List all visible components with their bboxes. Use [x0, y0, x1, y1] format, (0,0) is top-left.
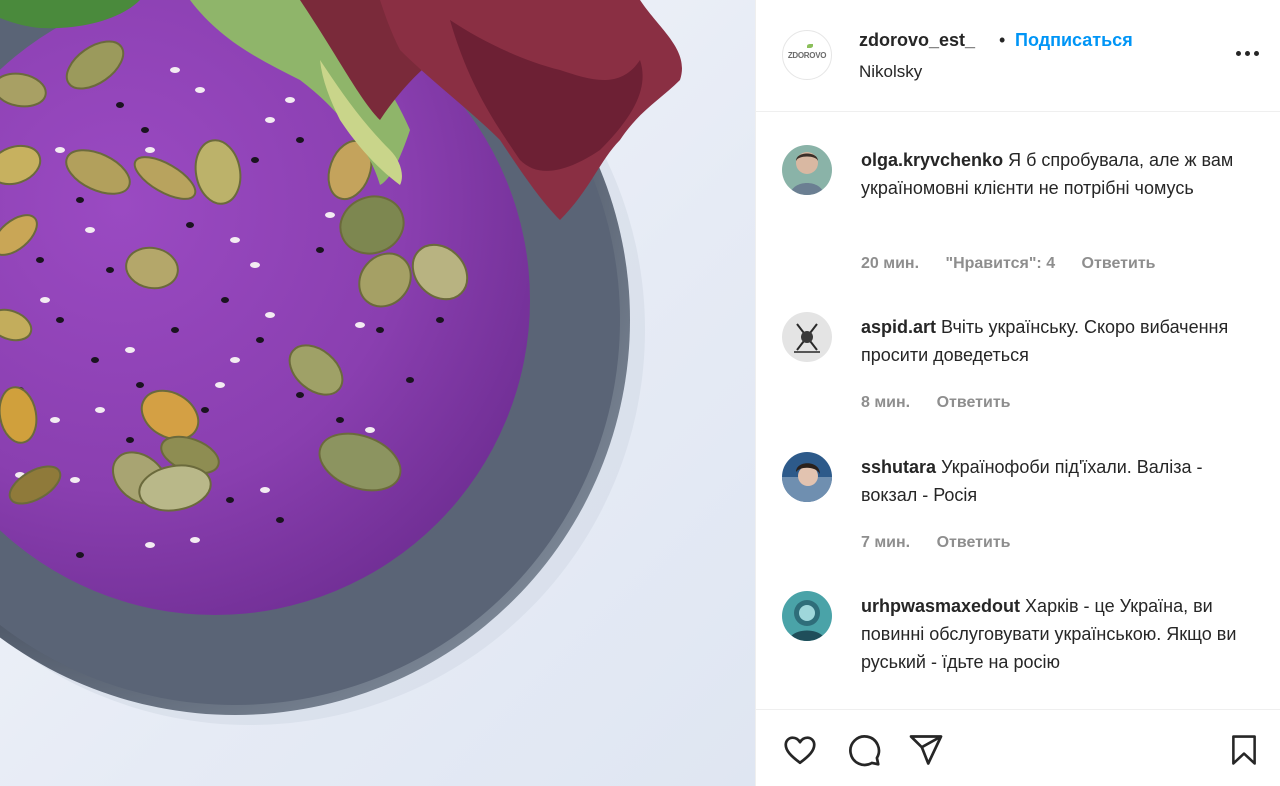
comment-text-block: olga.kryvchenko Я б спробувала, але ж ва… [861, 146, 1241, 202]
comment-bubble-icon[interactable] [844, 730, 884, 770]
heart-icon[interactable] [780, 730, 820, 770]
comment-username[interactable]: sshutara [861, 457, 936, 477]
comment-text-block: sshutara Українофоби під'їхали. Валіза -… [861, 453, 1241, 509]
more-dot [1244, 50, 1250, 56]
commenter-avatar[interactable] [782, 452, 832, 502]
comment-meta: 8 мин. Ответить [861, 394, 1033, 412]
separator-dot: • [999, 30, 1006, 50]
commenter-avatar[interactable] [782, 591, 832, 641]
more-options-icon[interactable] [1234, 40, 1260, 66]
comment-text-block: urhpwasmaxedout Харків - це Україна, ви … [861, 592, 1241, 676]
post-actions-bar [756, 709, 1280, 786]
post-photo[interactable] [0, 0, 755, 786]
post-side-panel: ZDOROVO zdorovo_est_ • Подписаться Nikol… [755, 0, 1280, 786]
post-header: ZDOROVO zdorovo_est_ • Подписаться Nikol… [756, 0, 1280, 112]
comment-time[interactable]: 7 мин. [861, 534, 910, 551]
comment-username[interactable]: aspid.art [861, 317, 936, 337]
reply-button[interactable]: Ответить [937, 534, 1011, 551]
reply-button[interactable]: Ответить [937, 394, 1011, 411]
comment-time[interactable]: 8 мин. [861, 394, 910, 411]
author-avatar[interactable]: ZDOROVO [782, 30, 832, 80]
comment-username[interactable]: urhpwasmaxedout [861, 596, 1020, 616]
paper-plane-icon[interactable] [906, 730, 946, 770]
bookmark-icon[interactable] [1224, 730, 1264, 770]
follow-button[interactable]: Подписаться [1015, 30, 1133, 51]
more-dot [1253, 50, 1259, 56]
author-avatar-logo-text: ZDOROVO [787, 50, 827, 60]
reply-button[interactable]: Ответить [1082, 255, 1156, 272]
commenter-avatar[interactable] [782, 145, 832, 195]
more-dot [1235, 50, 1241, 56]
comments-list[interactable]: olga.kryvchenko Я б спробувала, але ж ва… [756, 113, 1280, 708]
logo-leaf-icon [807, 44, 813, 48]
comment-likes[interactable]: "Нравится": 4 [945, 255, 1055, 272]
comment-time[interactable]: 20 мин. [861, 255, 919, 272]
purple-soup-bowl-image [0, 0, 682, 725]
author-username[interactable]: zdorovo_est_ [859, 30, 975, 51]
comment-text-block: aspid.art Вчіть українську. Скоро вибаче… [861, 313, 1241, 369]
comment-username[interactable]: olga.kryvchenko [861, 150, 1003, 170]
post-location[interactable]: Nikolsky [859, 62, 922, 82]
comment-meta: 7 мин. Ответить [861, 534, 1033, 552]
commenter-avatar[interactable] [782, 312, 832, 362]
comment-meta: 20 мин. "Нравится": 4 Ответить [861, 255, 1177, 273]
